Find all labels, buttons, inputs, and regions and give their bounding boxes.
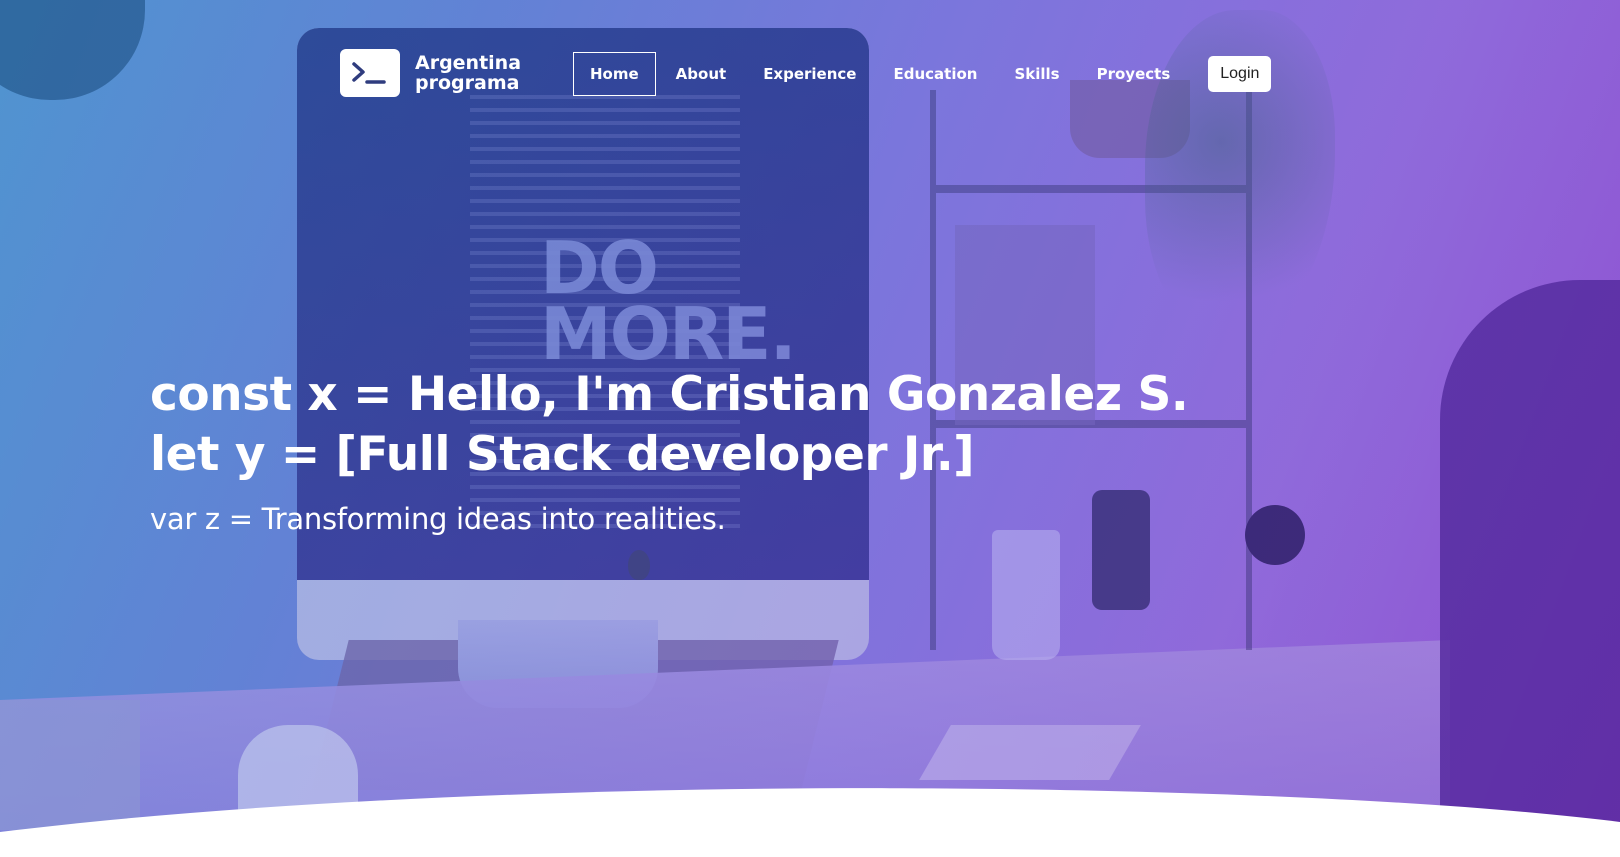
brand-line-1: Argentina	[415, 52, 522, 74]
brand-line-2: programa	[415, 72, 520, 94]
hero-subtitle: var z = Transforming ideas into realitie…	[150, 502, 726, 536]
nav-home[interactable]: Home	[573, 52, 656, 96]
top-navbar: Argentina programa Home About Experience…	[340, 47, 1295, 103]
terminal-prompt-icon	[340, 49, 400, 97]
brand-name: Argentina programa	[415, 53, 521, 93]
nav-links: Home About Experience Education Skills P…	[573, 52, 1272, 96]
hero-text-block: const x = Hello, I'm Cristian Gonzalez S…	[150, 365, 1189, 537]
hero-headline-1: const x = Hello, I'm Cristian Gonzalez S…	[150, 367, 1189, 422]
login-button[interactable]: Login	[1208, 56, 1272, 92]
bottom-wave-divider	[0, 788, 1620, 857]
hero-headline-2: let y = [Full Stack developer Jr.]	[150, 427, 975, 482]
nav-about[interactable]: About	[659, 52, 744, 96]
brand-link[interactable]: Argentina programa	[340, 49, 521, 97]
nav-proyects[interactable]: Proyects	[1080, 52, 1188, 96]
nav-education[interactable]: Education	[876, 52, 994, 96]
hero-section: DOMORE. Argentina programa	[0, 0, 1620, 857]
nav-experience[interactable]: Experience	[746, 52, 873, 96]
nav-skills[interactable]: Skills	[997, 52, 1076, 96]
